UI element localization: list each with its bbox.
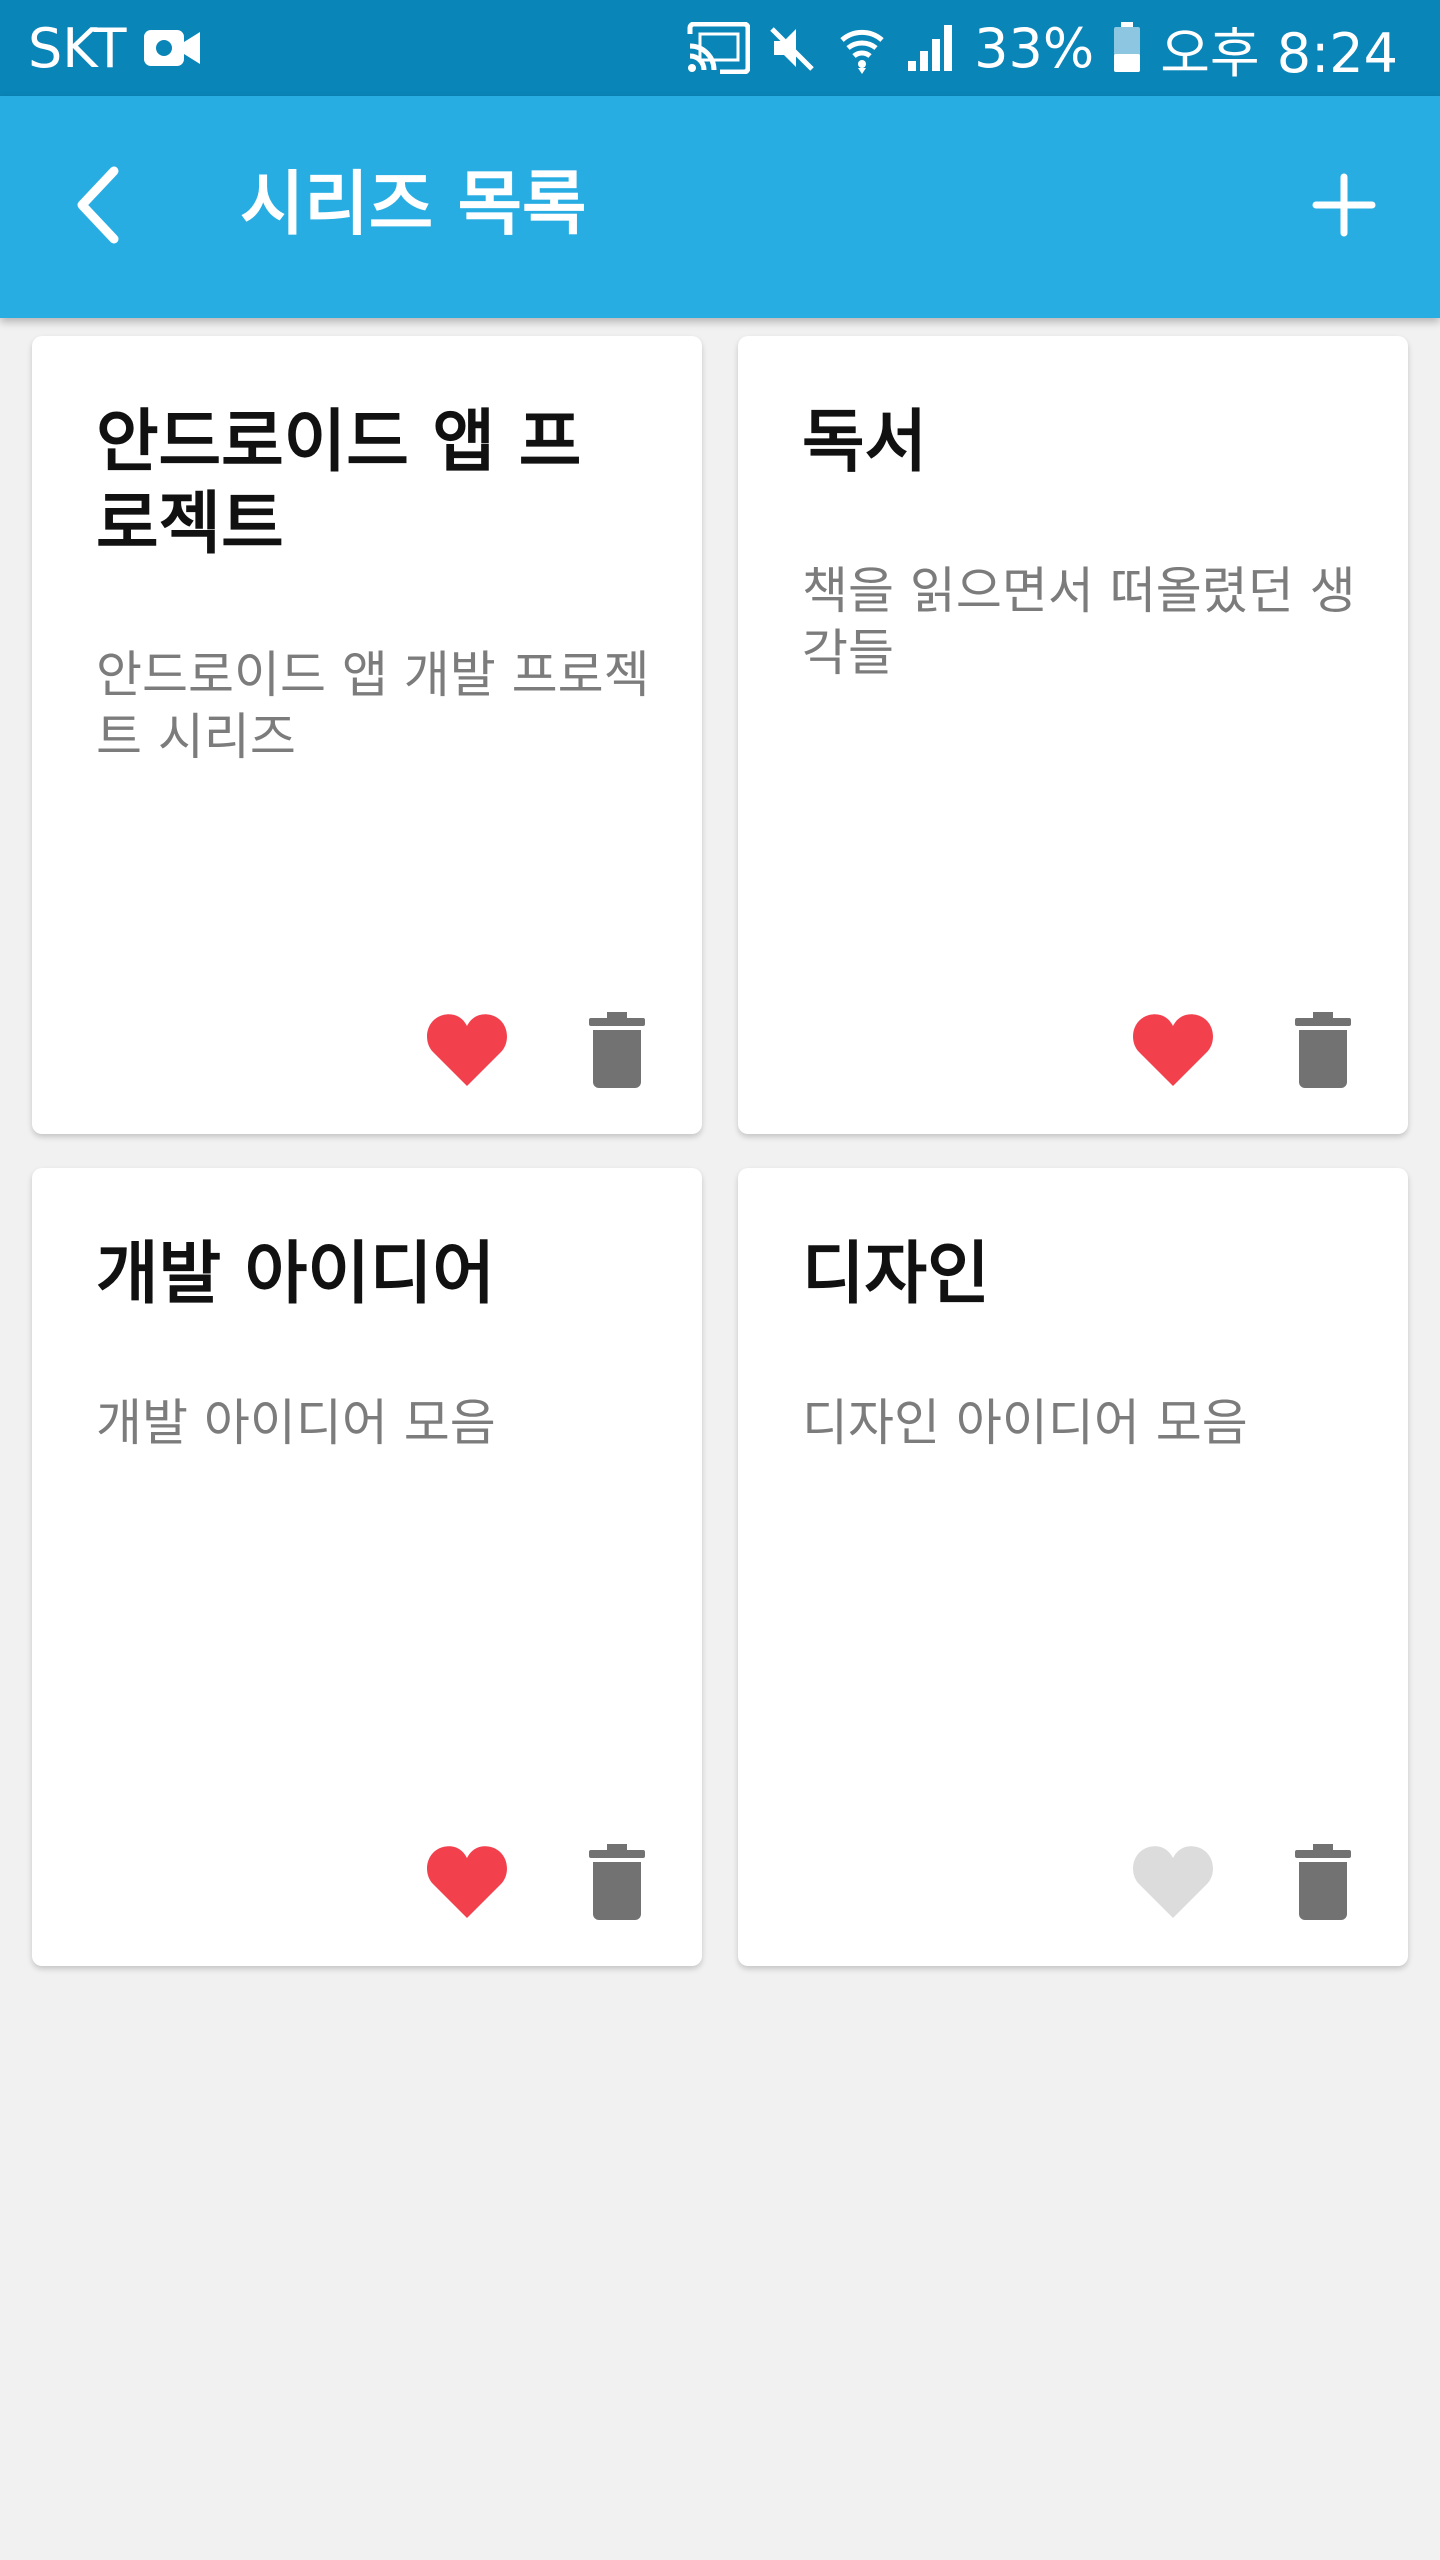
signal-icon bbox=[906, 23, 956, 73]
carrier-label: SKT bbox=[28, 16, 127, 80]
trash-icon bbox=[589, 1844, 645, 1924]
heart-icon bbox=[1131, 1844, 1215, 1924]
series-card[interactable]: 디자인 디자인 아이디어 모음 bbox=[738, 1168, 1408, 1966]
page-title: 시리즈 목록 bbox=[240, 163, 587, 245]
heart-icon bbox=[425, 1844, 509, 1924]
wifi-icon bbox=[836, 22, 888, 74]
battery-icon bbox=[1112, 22, 1142, 74]
video-camera-icon bbox=[144, 26, 201, 70]
delete-button[interactable] bbox=[572, 1834, 662, 1934]
trash-icon bbox=[1295, 1844, 1351, 1924]
series-card[interactable]: 안드로이드 앱 프로젝트 안드로이드 앱 개발 프로젝트 시리즈 bbox=[32, 336, 702, 1134]
favorite-button[interactable] bbox=[412, 1002, 522, 1102]
series-description: 디자인 아이디어 모음 bbox=[802, 1394, 1248, 1452]
cast-icon bbox=[686, 22, 751, 74]
series-card[interactable]: 개발 아이디어 개발 아이디어 모음 bbox=[32, 1168, 702, 1966]
favorite-button[interactable] bbox=[412, 1834, 522, 1934]
series-title: 디자인 bbox=[802, 1235, 990, 1314]
trash-icon bbox=[1295, 1012, 1351, 1092]
trash-icon bbox=[589, 1012, 645, 1092]
app-bar: 시리즈 목록 bbox=[0, 96, 1440, 318]
mute-icon bbox=[768, 23, 818, 73]
status-bar-left: SKT bbox=[28, 16, 201, 80]
series-description: 개발 아이디어 모음 bbox=[96, 1394, 496, 1452]
series-description: 안드로이드 앱 개발 프로젝트 시리즈 bbox=[96, 646, 650, 766]
plus-icon bbox=[1312, 173, 1376, 241]
delete-button[interactable] bbox=[572, 1002, 662, 1102]
back-button[interactable] bbox=[52, 159, 148, 255]
add-series-button[interactable] bbox=[1296, 159, 1392, 255]
series-card[interactable]: 독서 책을 읽으면서 떠올렸던 생각들 bbox=[738, 336, 1408, 1134]
heart-icon bbox=[425, 1012, 509, 1092]
status-bar-right: 33% 오후 8:24 bbox=[686, 9, 1398, 88]
series-title: 안드로이드 앱 프로젝트 bbox=[96, 403, 582, 564]
clock: 오후 8:24 bbox=[1160, 21, 1398, 85]
favorite-button[interactable] bbox=[1118, 1002, 1228, 1102]
series-title: 개발 아이디어 bbox=[96, 1235, 496, 1314]
series-title: 독서 bbox=[802, 403, 928, 482]
delete-button[interactable] bbox=[1278, 1834, 1368, 1934]
status-bar: SKT 33% 오후 8:24 bbox=[0, 0, 1440, 96]
series-description: 책을 읽으면서 떠올렸던 생각들 bbox=[802, 562, 1356, 682]
heart-icon bbox=[1131, 1012, 1215, 1092]
chevron-left-icon bbox=[70, 165, 130, 249]
favorite-button[interactable] bbox=[1118, 1834, 1228, 1934]
delete-button[interactable] bbox=[1278, 1002, 1368, 1102]
battery-percent: 33% bbox=[974, 16, 1095, 80]
